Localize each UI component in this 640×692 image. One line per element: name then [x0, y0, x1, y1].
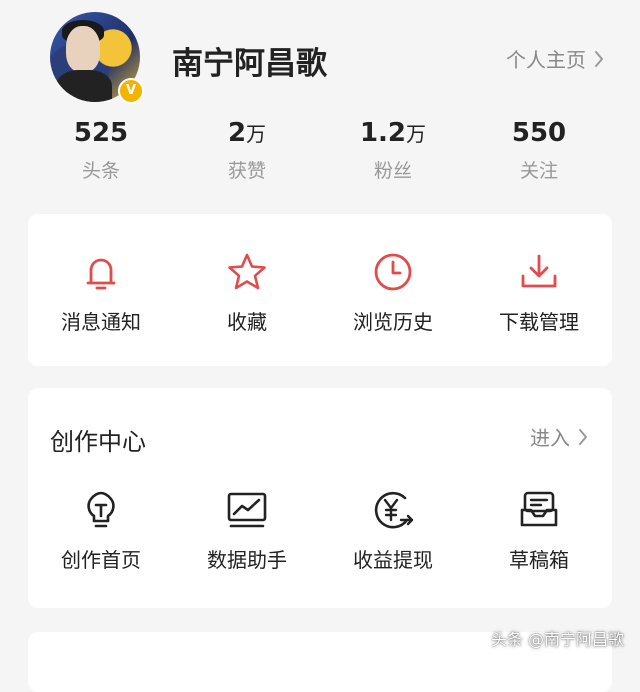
stat-label: 头条	[81, 160, 120, 182]
action-notifications[interactable]: 消息通知	[28, 250, 174, 335]
chevron-right-icon	[595, 50, 603, 67]
bell-icon	[86, 258, 116, 290]
action-history[interactable]: 浏览历史	[320, 250, 466, 335]
action-label: 下载管理	[499, 310, 579, 334]
creation-data-assistant[interactable]: 数据助手	[174, 488, 320, 573]
creation-drafts[interactable]: 草稿箱	[466, 488, 612, 573]
stat-label: 获赞	[227, 160, 266, 182]
star-icon	[228, 253, 266, 290]
action-downloads[interactable]: 下载管理	[466, 250, 612, 335]
action-label: 收藏	[227, 310, 267, 334]
action-label: 消息通知	[61, 310, 141, 334]
creation-center-grid: 创作首页 数据助手 收益提现 草稿箱	[28, 488, 612, 573]
stat-value: 525	[73, 118, 129, 148]
creation-center-enter-link[interactable]: 进入	[530, 422, 588, 451]
creation-earnings[interactable]: 收益提现	[320, 488, 466, 573]
quick-actions-grid: 消息通知 收藏 浏览历史 下载管理	[28, 250, 612, 335]
homepage-label: 个人主页	[506, 48, 586, 72]
enter-label: 进入	[530, 426, 570, 450]
stat-label: 粉丝	[373, 160, 412, 182]
creation-label: 创作首页	[61, 548, 141, 572]
stats-row: 525 头条 2万 获赞 1.2万 粉丝 550 关注	[28, 118, 612, 188]
stat-following[interactable]: 550 关注	[466, 118, 612, 188]
stat-value: 2万	[227, 118, 267, 148]
watermark: 头条 @南宁阿昌歌	[490, 630, 624, 649]
stat-value: 550	[511, 118, 567, 148]
drafts-box-icon	[520, 491, 558, 527]
stat-label: 关注	[519, 160, 558, 182]
username: 南宁阿昌歌	[172, 46, 327, 82]
creation-label: 草稿箱	[509, 548, 569, 572]
stat-headlines[interactable]: 525 头条	[28, 118, 174, 188]
download-icon	[521, 254, 557, 288]
stat-likes[interactable]: 2万 获赞	[174, 118, 320, 188]
quick-actions-card: 消息通知 收藏 浏览历史 下载管理	[28, 214, 612, 366]
yuan-coin-icon	[374, 491, 414, 529]
avatar-shirt	[56, 70, 112, 102]
creation-home[interactable]: 创作首页	[28, 488, 174, 573]
creation-center-card: 创作中心 进入 创作首页 数据助手 收益提现 草稿箱	[28, 388, 612, 608]
chevron-right-icon	[579, 428, 587, 445]
creation-center-title: 创作中心	[50, 428, 146, 456]
action-favorites[interactable]: 收藏	[174, 250, 320, 335]
chart-monitor-icon	[227, 492, 267, 528]
homepage-link[interactable]: 个人主页	[506, 44, 604, 73]
creation-label: 收益提现	[353, 548, 433, 572]
verified-badge-icon: V	[118, 78, 144, 104]
avatar-face	[66, 26, 100, 72]
creation-label: 数据助手	[207, 548, 287, 572]
lightbulb-icon	[87, 491, 115, 528]
action-label: 浏览历史	[353, 310, 433, 334]
stat-value: 1.2万	[359, 118, 427, 148]
stat-followers[interactable]: 1.2万 粉丝	[320, 118, 466, 188]
profile-header: V 南宁阿昌歌 个人主页	[0, 0, 640, 105]
clock-icon	[374, 253, 412, 291]
